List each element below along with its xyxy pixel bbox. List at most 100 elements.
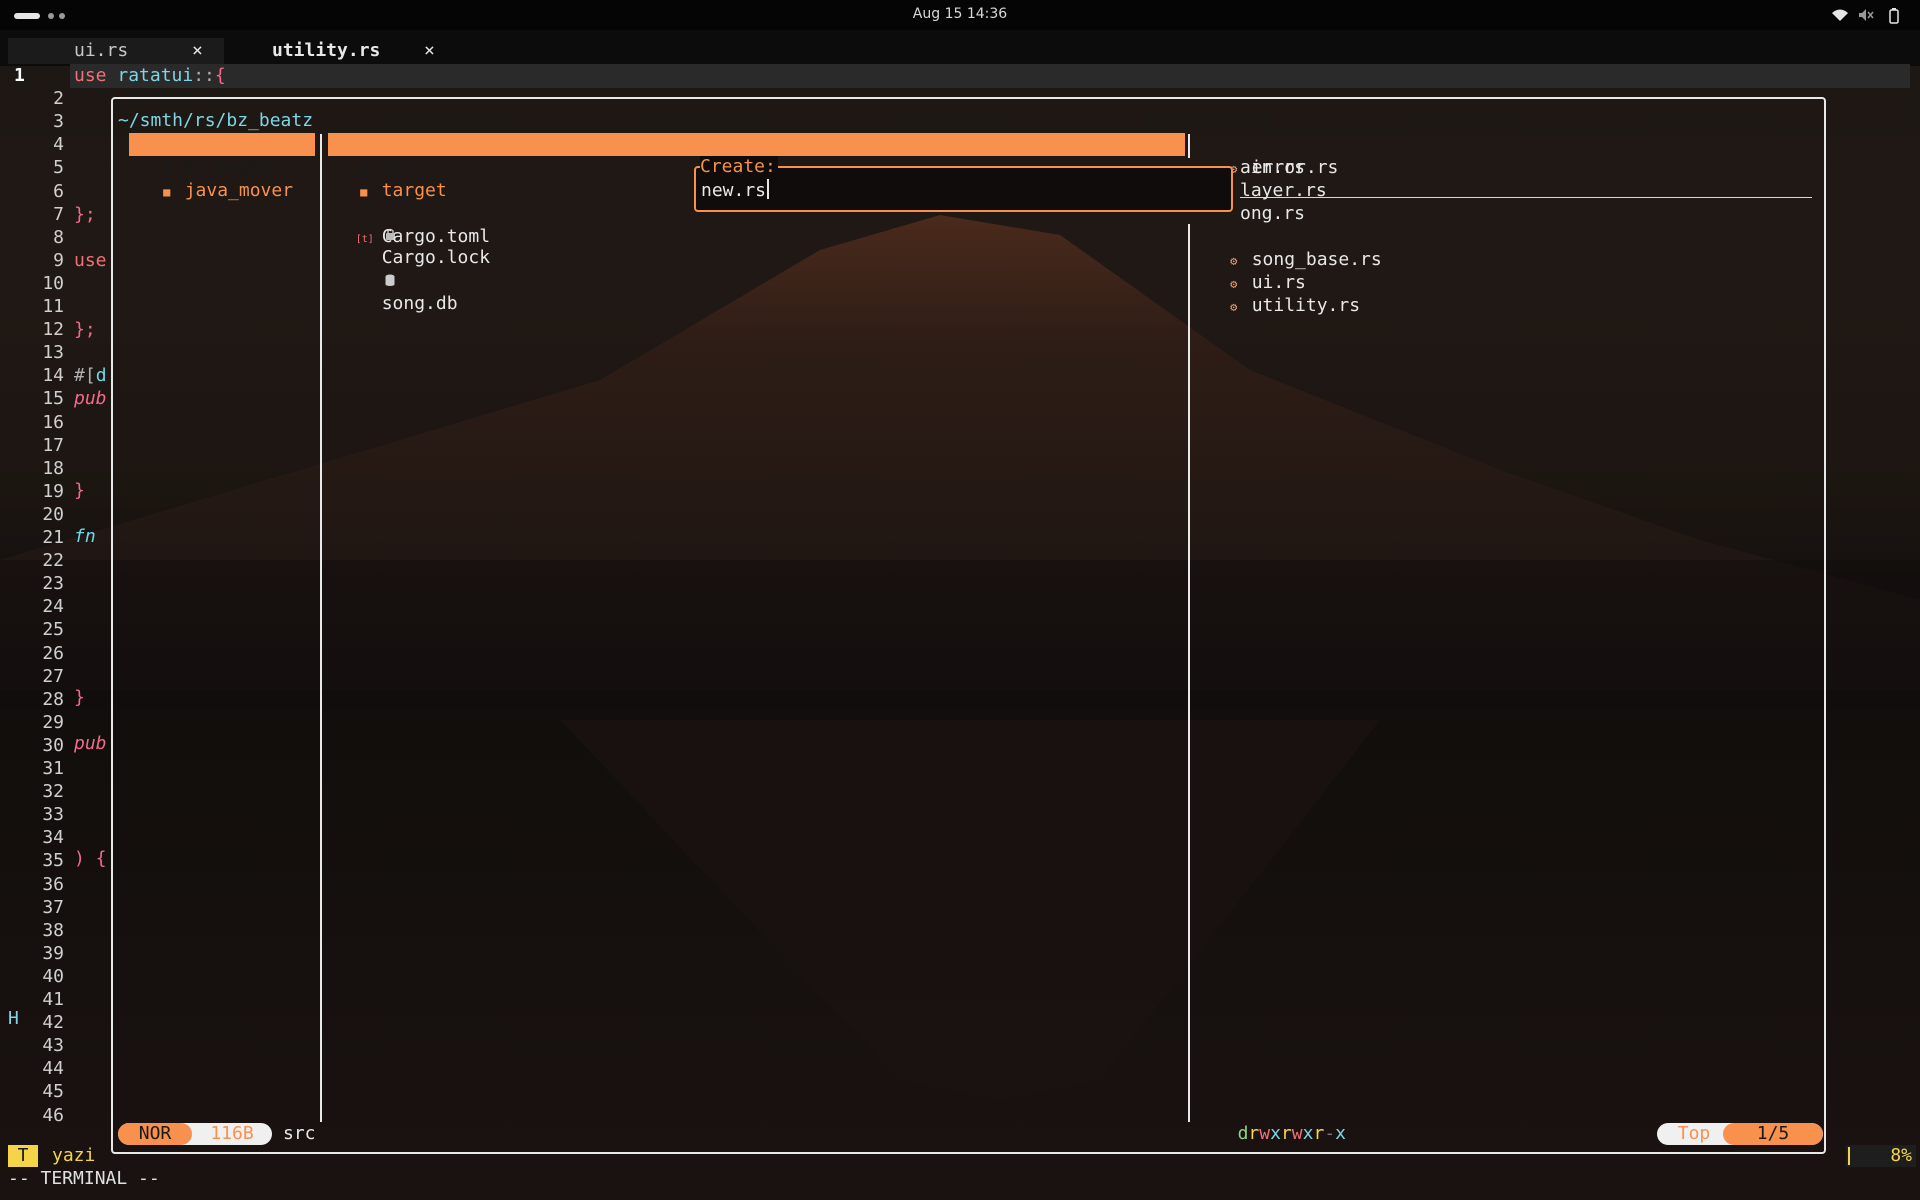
line-number: 42 xyxy=(42,1012,64,1034)
volume-muted-icon[interactable] xyxy=(1858,8,1874,26)
line-number: 17 xyxy=(42,434,64,456)
tab-label: utility.rs xyxy=(272,40,381,61)
file-item-cargo-lock[interactable]: Cargo.lock xyxy=(328,179,490,268)
line-number: 4 xyxy=(53,134,64,156)
scroll-position-label: Top xyxy=(1677,1123,1711,1144)
preview-item[interactable]: ⚙ song_base.rs xyxy=(1204,225,1382,270)
line-number: 7 xyxy=(53,203,64,225)
preview-item[interactable]: ain.rs xyxy=(1240,156,1305,179)
line-number: 11 xyxy=(42,296,64,317)
line-number: 31 xyxy=(42,758,64,779)
line-number: 27 xyxy=(42,665,64,687)
line-number: 36 xyxy=(42,873,64,895)
item-label: utility.rs xyxy=(1251,295,1361,316)
create-input[interactable]: new.rs xyxy=(701,179,770,201)
line-number: 30 xyxy=(42,734,64,756)
line-number: 2 xyxy=(53,88,64,110)
line-number: 19 xyxy=(42,480,64,502)
code-line-6[interactable]: }; xyxy=(74,203,96,226)
preview-item[interactable]: layer.rs xyxy=(1240,179,1327,202)
attribute-name: d xyxy=(95,365,107,386)
line-number: 10 xyxy=(42,272,64,294)
preview-item[interactable]: ong.rs xyxy=(1240,202,1305,225)
close-icon[interactable]: × xyxy=(424,38,435,64)
code-line-29[interactable]: pub xyxy=(74,732,107,755)
code-line-13[interactable]: #[d xyxy=(74,364,107,387)
pane-divider xyxy=(320,134,322,1122)
parent-item-java-mover[interactable]: ■ java_mover xyxy=(129,156,315,201)
terminal-name[interactable]: yazi xyxy=(52,1145,95,1167)
line-number: 16 xyxy=(42,411,64,433)
clock[interactable]: Aug 15 14:36 xyxy=(0,6,1920,22)
terminal-badge: T xyxy=(8,1145,38,1167)
tab-utility-rs[interactable]: utility.rs × xyxy=(240,38,448,64)
file-item-target[interactable]: ■ target xyxy=(328,156,447,201)
item-label: song.db xyxy=(381,293,458,314)
pane-divider xyxy=(1188,224,1190,1122)
close-icon[interactable]: × xyxy=(192,38,203,64)
code-line-1[interactable]: use ratatui::{ xyxy=(74,64,226,87)
current-line-highlight xyxy=(70,64,1910,88)
line-number: 40 xyxy=(42,965,64,987)
file-size: 116B xyxy=(210,1123,254,1144)
rust-icon: ⚙ xyxy=(1230,300,1238,314)
battery-icon[interactable] xyxy=(1888,8,1900,28)
system-top-bar: Aug 15 14:36 xyxy=(0,0,1920,30)
mode-line: -- TERMINAL -- xyxy=(8,1168,160,1189)
line-number: 32 xyxy=(42,781,64,803)
preview-item[interactable]: ⚙ ui.rs xyxy=(1204,248,1306,293)
code-line-20[interactable]: fn xyxy=(74,525,96,548)
hovered-name: src xyxy=(283,1123,316,1144)
line-number: 13 xyxy=(42,342,64,364)
code-line-14[interactable]: pub xyxy=(74,387,107,410)
mode-indicator: NOR 116B xyxy=(118,1123,272,1145)
line-number: 26 xyxy=(42,642,64,664)
wifi-icon[interactable] xyxy=(1831,8,1849,26)
line-number: 39 xyxy=(42,942,64,964)
text-caret xyxy=(767,179,770,199)
module-name: ratatui xyxy=(117,65,194,86)
item-label: java_mover xyxy=(184,180,294,201)
file-item-cargo-toml[interactable]: [t] Cargo.toml xyxy=(328,202,490,247)
perm-write: w xyxy=(1259,1123,1271,1144)
line-number: 33 xyxy=(42,804,64,826)
line-number: 41 xyxy=(42,989,64,1010)
line-number: 24 xyxy=(42,596,64,618)
code-line-27[interactable]: } xyxy=(74,686,85,709)
database-icon xyxy=(356,248,395,317)
perm-exec: x xyxy=(1270,1123,1281,1144)
preview-item[interactable]: ⚙ error.rs xyxy=(1204,133,1338,178)
code-line-8[interactable]: use xyxy=(74,249,107,272)
line-number: 43 xyxy=(42,1035,64,1057)
line-number: 28 xyxy=(42,688,64,710)
code-line-11[interactable]: }; xyxy=(74,318,96,341)
line-number: 38 xyxy=(42,919,64,941)
line-number: 25 xyxy=(42,619,64,641)
permissions: drwxrwxr-x xyxy=(1238,1123,1346,1145)
line-number: 21 xyxy=(42,527,64,548)
line-number: 18 xyxy=(42,457,64,479)
attribute-open: #[ xyxy=(74,365,96,386)
line-number: 23 xyxy=(42,573,64,595)
parent-item-bz-beatz[interactable]: ■ bz_beatz xyxy=(129,133,315,178)
tab-ui-rs[interactable]: ui.rs × xyxy=(8,38,224,64)
code-line-18[interactable]: } xyxy=(74,479,85,502)
code-line-34[interactable]: ) { xyxy=(74,847,107,870)
line-number: 29 xyxy=(42,711,64,733)
create-dialog-title: Create: xyxy=(700,156,778,177)
line-number: 5 xyxy=(53,157,64,179)
line-number: 3 xyxy=(53,111,64,133)
preview-item[interactable]: ⚙ utility.rs xyxy=(1204,271,1360,316)
create-input-value: new.rs xyxy=(701,180,767,201)
line-number: 8 xyxy=(53,226,64,248)
pane-divider xyxy=(1188,134,1190,158)
line-number: 12 xyxy=(42,319,64,341)
file-item-song-db[interactable]: song.db xyxy=(328,225,458,314)
line-number: 15 xyxy=(42,388,64,410)
line-number: 14 xyxy=(42,365,64,387)
file-item-src[interactable]: ■ src xyxy=(328,133,1185,178)
line-number: 20 xyxy=(42,503,64,525)
scroll-percent-bar xyxy=(1848,1147,1850,1165)
scroll-percent: 8% xyxy=(1846,1145,1916,1167)
perm-read: r xyxy=(1313,1123,1325,1144)
